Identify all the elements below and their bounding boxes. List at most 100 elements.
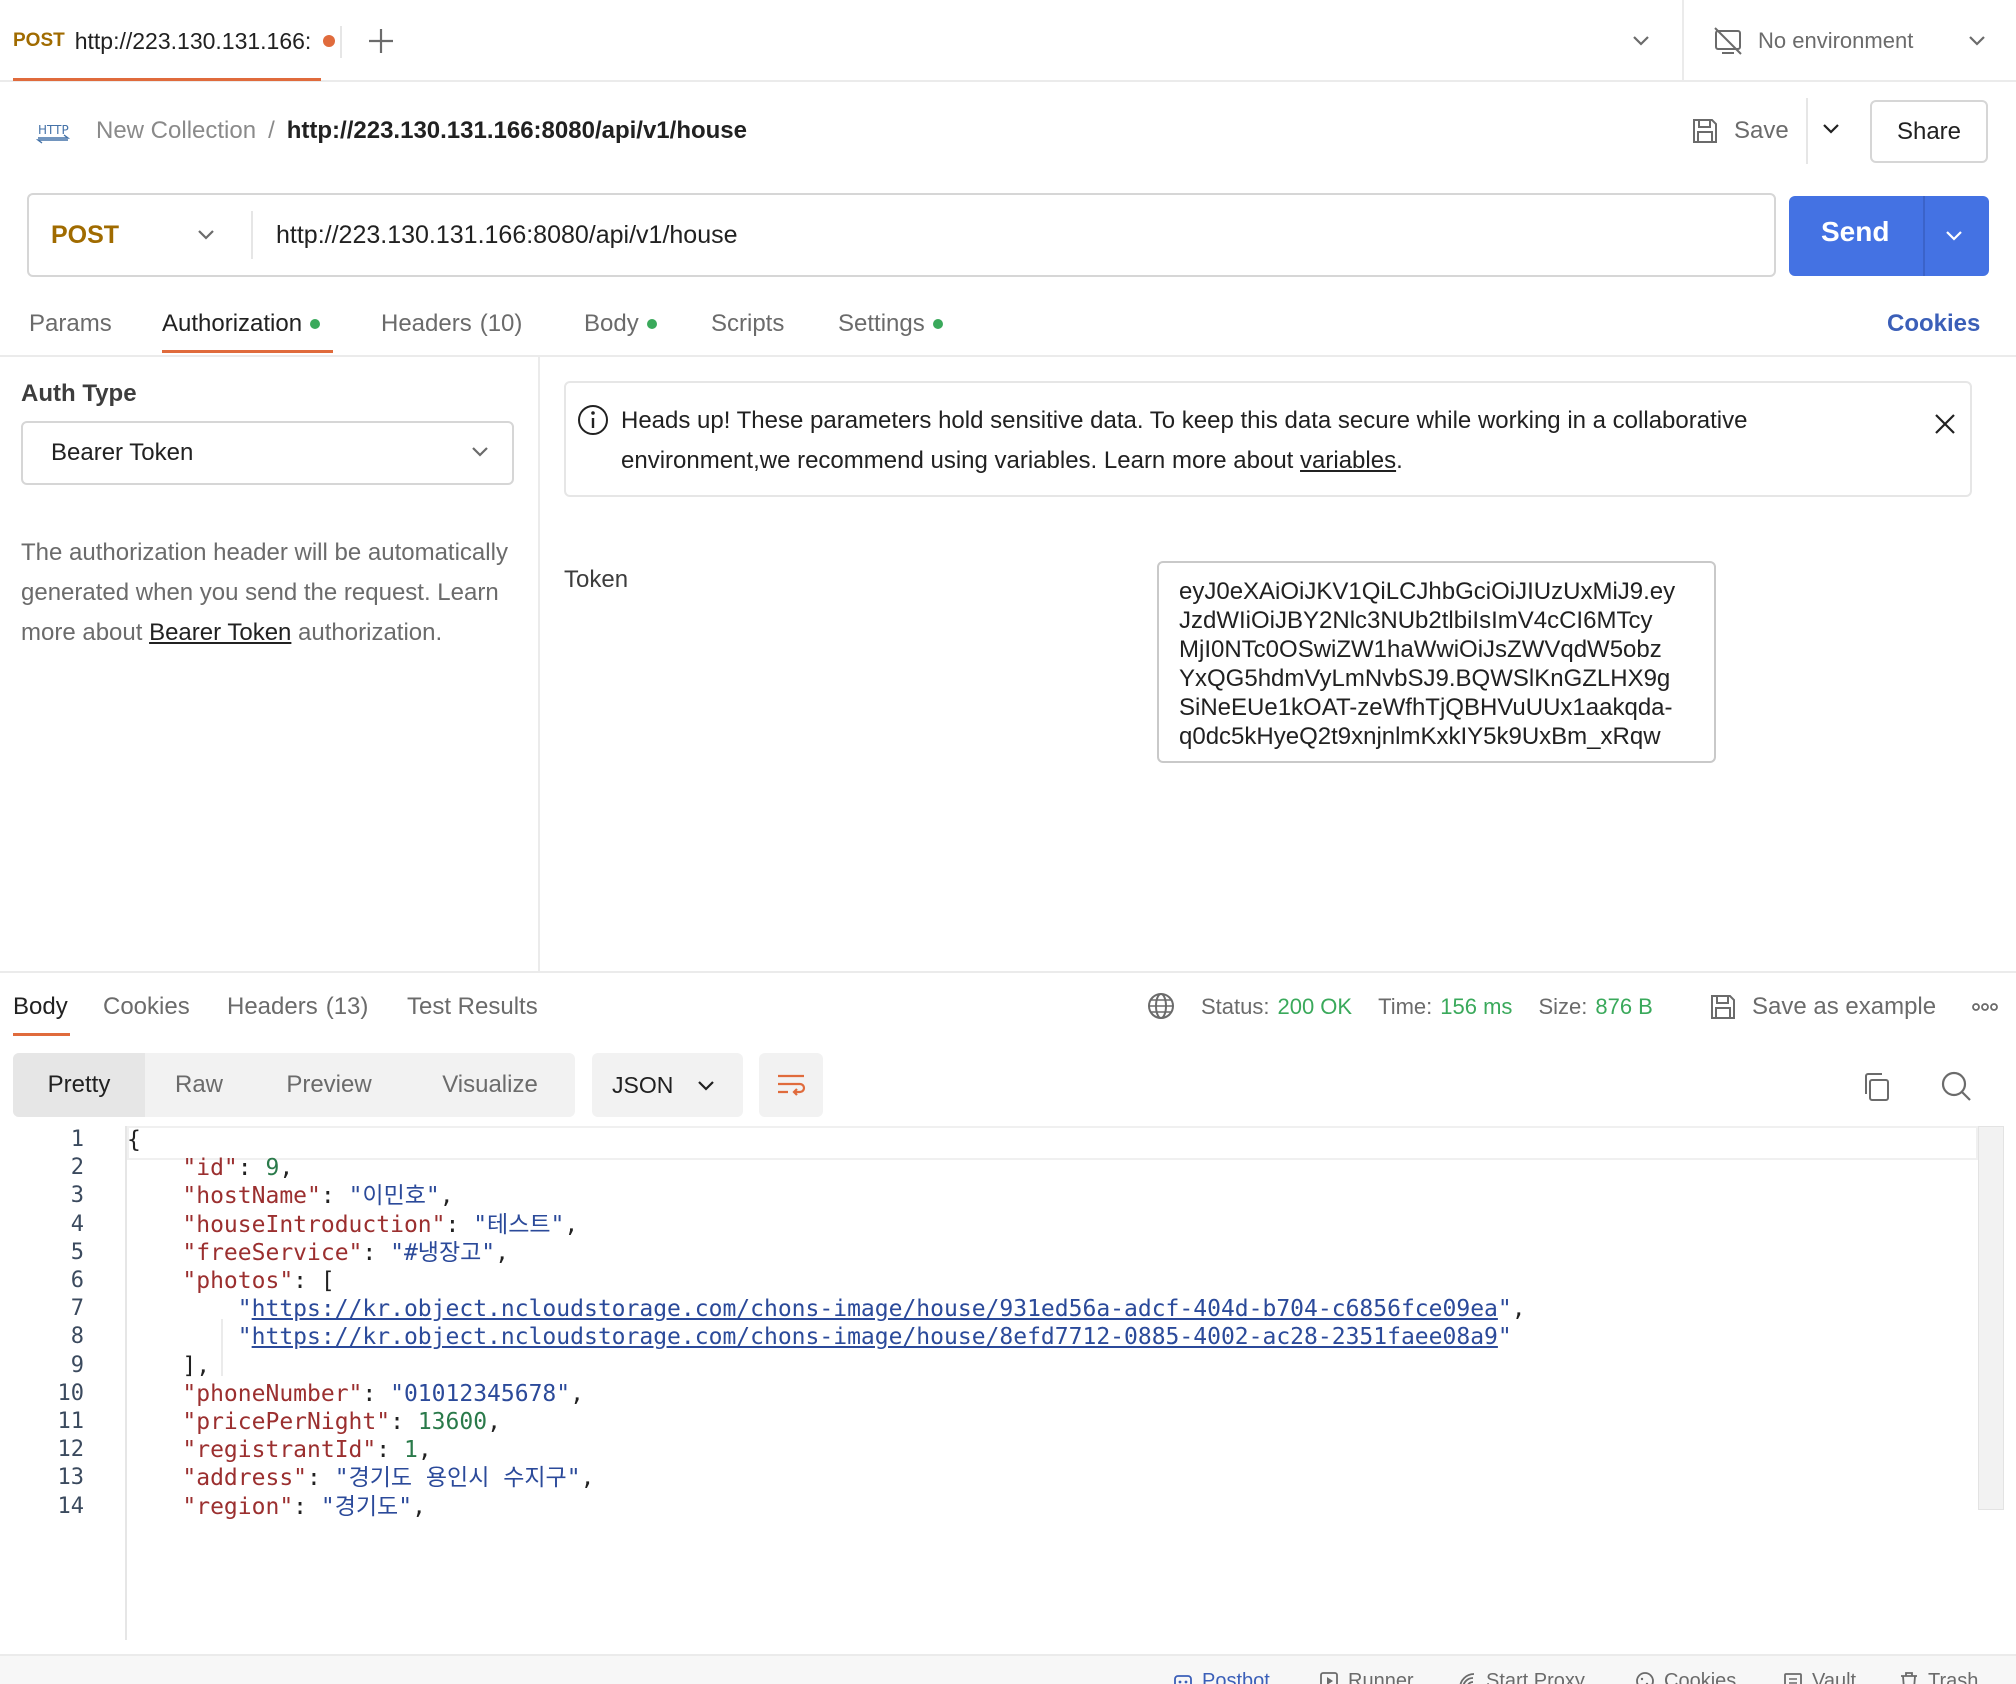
footer-cookies[interactable]: Cookies: [1634, 1666, 1736, 1684]
chevron-down-icon[interactable]: [466, 438, 494, 466]
code-line: "https://kr.object.ncloudstorage.com/cho…: [127, 1319, 1512, 1355]
footer-trash[interactable]: Trash: [1898, 1666, 1978, 1684]
json-key: "hostName": [182, 1183, 321, 1210]
tab-body[interactable]: Body: [584, 302, 657, 346]
close-icon[interactable]: [1930, 409, 1960, 439]
environment-selector[interactable]: No environment: [1712, 0, 1913, 82]
auth-description: The authorization header will be automat…: [21, 533, 521, 653]
send-button[interactable]: Send: [1789, 196, 1989, 276]
json-string: "01012345678": [390, 1380, 571, 1407]
save-separator: [1806, 98, 1808, 164]
more-options-icon[interactable]: [1970, 992, 2000, 1022]
json-punctuation: :: [320, 1183, 349, 1210]
postbot-icon: [1172, 1670, 1194, 1684]
format-select[interactable]: JSON: [592, 1053, 743, 1117]
view-mode-group: Pretty Raw Preview Visualize: [13, 1053, 575, 1117]
token-label: Token: [564, 566, 629, 593]
tab-authorization[interactable]: Authorization: [162, 302, 321, 346]
save-icon: [1708, 992, 1738, 1022]
json-url-link[interactable]: https://kr.object.ncloudstorage.com/chon…: [252, 1324, 1498, 1350]
chevron-down-icon[interactable]: [191, 220, 221, 250]
response-tab-body[interactable]: Body: [13, 985, 68, 1029]
json-punctuation: ,: [1511, 1296, 1526, 1323]
json-punctuation: ,: [412, 1493, 426, 1520]
json-punctuation: :: [445, 1211, 474, 1238]
status-dot: [310, 319, 321, 329]
auth-description-tail: authorization.: [291, 619, 443, 646]
json-key: "houseIntroduction": [182, 1211, 446, 1238]
json-url-link[interactable]: https://kr.object.ncloudstorage.com/chon…: [252, 1296, 1498, 1322]
size-label: Size:: [1538, 994, 1588, 1019]
runner-icon: [1318, 1670, 1340, 1684]
size-value[interactable]: 876 B: [1595, 994, 1653, 1020]
wrap-lines-icon: [774, 1068, 808, 1102]
method-value: POST: [51, 220, 120, 249]
json-punctuation: ],: [182, 1352, 211, 1379]
format-value: JSON: [612, 1071, 674, 1098]
json-key: "pricePerNight": [182, 1409, 391, 1435]
share-button[interactable]: Share: [1870, 100, 1988, 163]
footer-runner[interactable]: Runner: [1318, 1666, 1414, 1684]
bearer-token-link[interactable]: Bearer Token: [149, 619, 291, 646]
tab-scripts[interactable]: Scripts: [711, 302, 784, 346]
response-editor[interactable]: 1{2 "id": 9, 3 "hostName": "이민호", 4 "house…: [0, 1126, 2016, 1640]
chevron-down-icon[interactable]: [1626, 26, 1656, 56]
json-punctuation: ,: [564, 1211, 579, 1238]
auth-type-select[interactable]: Bearer Token: [21, 421, 514, 485]
status-value[interactable]: 200 OK: [1277, 994, 1352, 1020]
response-divider[interactable]: [0, 971, 2016, 973]
view-visualize-button[interactable]: Visualize: [405, 1053, 575, 1117]
environment-label: No environment: [1758, 28, 1914, 53]
json-string: "경기도": [320, 1493, 413, 1520]
json-number: 1: [403, 1437, 418, 1464]
view-preview-button[interactable]: Preview: [253, 1053, 405, 1117]
json-punctuation: :: [293, 1493, 321, 1520]
response-tab-cookies[interactable]: Cookies: [103, 985, 190, 1029]
variables-link[interactable]: variables: [1300, 447, 1396, 474]
response-tab-headers[interactable]: Headers (13): [227, 985, 368, 1029]
view-raw-button[interactable]: Raw: [145, 1053, 253, 1117]
send-label: Send: [1821, 216, 1890, 247]
response-headers-label: Headers: [227, 993, 318, 1020]
url-input[interactable]: http://223.130.131.166:8080/api/v1/house: [276, 195, 738, 275]
status-dot: [646, 319, 657, 329]
breadcrumb-collection[interactable]: New Collection: [96, 117, 256, 145]
cookies-link[interactable]: Cookies: [1887, 302, 1980, 346]
tab-settings[interactable]: Settings: [838, 302, 943, 346]
footer-postbot[interactable]: Postbot: [1172, 1666, 1270, 1684]
save-as-example-button[interactable]: Save as example: [1708, 985, 1936, 1029]
chevron-down-icon[interactable]: [1816, 114, 1846, 144]
search-icon[interactable]: [1938, 1068, 1974, 1104]
response-tab-test-results[interactable]: Test Results: [407, 985, 538, 1029]
tab-headers[interactable]: Headers (10): [381, 302, 522, 346]
json-punctuation: ,: [487, 1409, 501, 1435]
tab-settings-label: Settings: [838, 310, 925, 337]
copy-icon[interactable]: [1860, 1070, 1894, 1104]
chevron-down-icon[interactable]: [1939, 221, 1969, 251]
json-punctuation: :: [237, 1155, 266, 1182]
json-string: "이민호": [348, 1183, 440, 1210]
view-pretty-button[interactable]: Pretty: [13, 1053, 145, 1117]
method-separator: [251, 211, 253, 259]
tab-params[interactable]: Params: [29, 302, 112, 346]
time-value[interactable]: 156 ms: [1440, 994, 1512, 1020]
footer-start-proxy[interactable]: Start Proxy: [1456, 1666, 1585, 1684]
divider: [0, 355, 2016, 357]
active-line-highlight: [127, 1126, 1978, 1160]
globe-icon[interactable]: [1146, 991, 1176, 1021]
chevron-down-icon[interactable]: [692, 1072, 720, 1100]
editor-scrollbar[interactable]: [1978, 1126, 2004, 1510]
json-punctuation: ,: [279, 1155, 294, 1182]
plus-icon[interactable]: [364, 24, 398, 58]
wrap-lines-button[interactable]: [759, 1053, 823, 1117]
save-button[interactable]: Save: [1690, 110, 1789, 152]
active-tab-indicator: [162, 350, 333, 353]
request-name[interactable]: http://223.130.131.166:8080/api/v1/house: [287, 117, 747, 145]
request-tab[interactable]: POST http://223.130.131.166:: [0, 0, 336, 82]
chevron-down-icon[interactable]: [1962, 26, 1992, 56]
json-number: 9: [265, 1155, 280, 1182]
footer-vault[interactable]: Vault: [1782, 1666, 1856, 1684]
json-quote: ": [237, 1324, 252, 1351]
token-input[interactable]: eyJ0eXAiOiJKV1QiLCJhbGciOiJIUzUxMiJ9.ey …: [1157, 561, 1716, 763]
info-banner: Heads up! These parameters hold sensitiv…: [564, 381, 1972, 497]
